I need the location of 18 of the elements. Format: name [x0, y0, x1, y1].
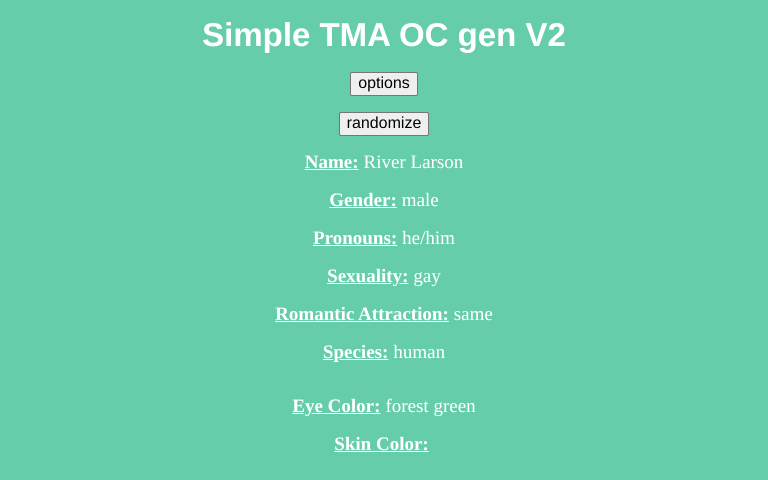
- action-button[interactable]: randomize: [338, 112, 430, 136]
- field-value: human: [393, 342, 446, 363]
- page-title: Simple TMA OC gen V2: [202, 16, 566, 54]
- field-value: same: [454, 304, 493, 325]
- field-label: Name:: [304, 152, 359, 173]
- field-value: gay: [413, 266, 441, 287]
- field-label: Romantic Attraction:: [275, 304, 449, 325]
- field-label: Pronouns:: [313, 228, 398, 249]
- field-value: forest green: [385, 396, 476, 417]
- field-value: he/him: [402, 228, 455, 249]
- action-button[interactable]: options: [350, 72, 418, 96]
- field-value: male: [402, 190, 439, 211]
- field-label: Skin Color:: [334, 434, 429, 455]
- field-label: Species:: [322, 342, 388, 363]
- field-value: River Larson: [364, 152, 464, 173]
- field-label: Eye Color:: [292, 396, 380, 417]
- field-label: Gender:: [329, 190, 397, 211]
- field-label: Sexuality:: [327, 266, 408, 287]
